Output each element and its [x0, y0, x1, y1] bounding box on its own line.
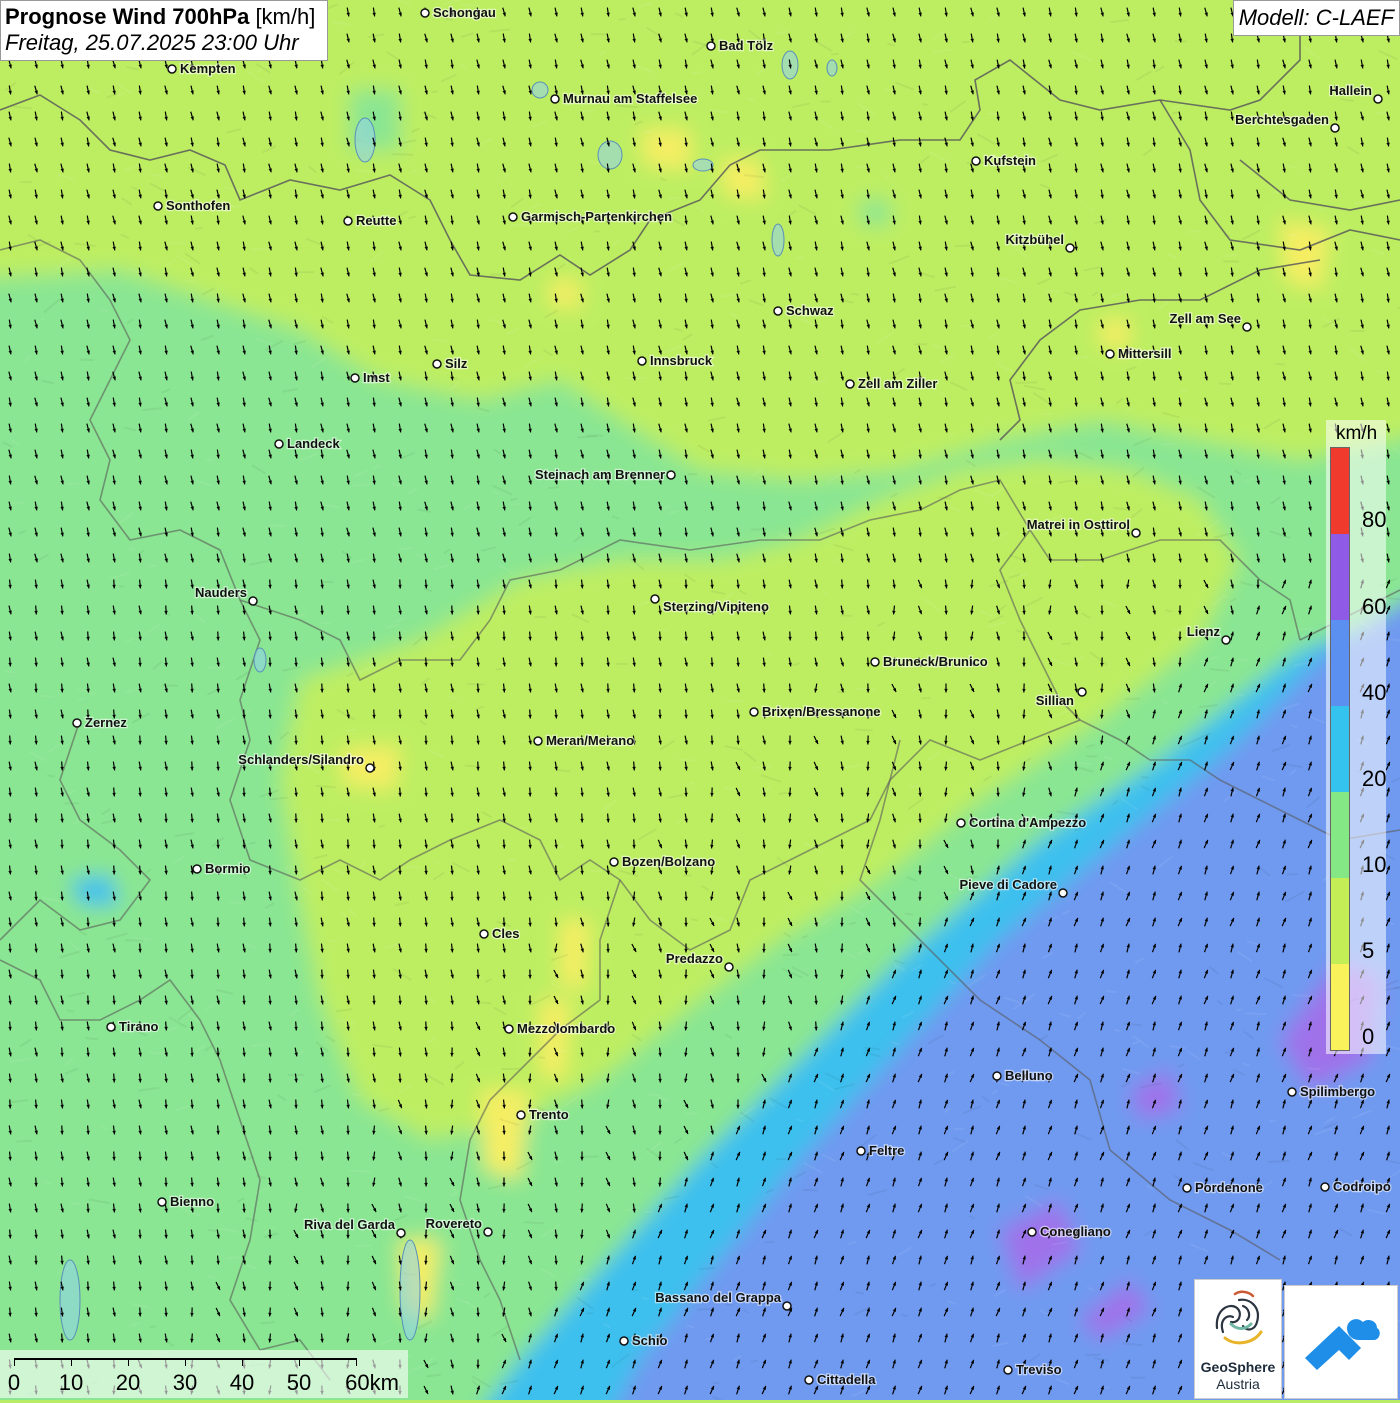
relief-streak [392, 154, 413, 155]
relief-streak [356, 1245, 371, 1246]
lake [532, 82, 548, 98]
relief-streak [922, 104, 928, 105]
relief-streak [1351, 331, 1365, 332]
relief-streak [1219, 384, 1231, 385]
relief-streak [329, 941, 337, 942]
relief-streak [619, 19, 625, 20]
lake [598, 141, 622, 169]
relief-streak [682, 642, 688, 643]
relief-streak [697, 1309, 713, 1310]
relief-streak [685, 1113, 698, 1114]
relief-streak [4, 671, 16, 672]
relief-streak [450, 646, 457, 647]
relief-streak [1308, 1068, 1320, 1069]
relief-streak [698, 1268, 715, 1269]
relief-streak [47, 775, 55, 776]
lake [827, 60, 837, 76]
relief-streak [431, 91, 438, 92]
relief-streak [1235, 1009, 1242, 1010]
relief-streak [901, 1315, 908, 1316]
relief-streak [591, 871, 601, 872]
relief-streak [226, 1257, 240, 1258]
relief-streak [779, 793, 787, 794]
relief-streak [764, 1242, 774, 1243]
relief-streak [855, 1292, 864, 1293]
relief-streak [726, 701, 744, 702]
relief-streak [557, 770, 570, 771]
relief-streak [398, 548, 414, 549]
relief-streak [642, 1298, 649, 1299]
relief-streak [921, 698, 930, 699]
relief-streak [1292, 995, 1314, 996]
relief-streak [1245, 1013, 1267, 1014]
relief-streak [538, 1057, 545, 1058]
relief-streak [467, 684, 484, 685]
lake [355, 118, 375, 162]
relief-streak [208, 1230, 216, 1231]
relief-streak [855, 730, 872, 731]
relief-streak [1275, 364, 1284, 365]
relief-streak [1114, 1030, 1120, 1031]
lake [693, 159, 713, 171]
relief-streak [465, 766, 480, 767]
relief-streak [118, 586, 124, 587]
relief-streak [1182, 389, 1188, 390]
lake [400, 1240, 420, 1340]
relief-streak [838, 692, 846, 693]
relief-streak [633, 1290, 639, 1291]
relief-streak [678, 760, 695, 761]
lake [772, 224, 784, 256]
relief-streak [1187, 231, 1200, 232]
lake [254, 648, 266, 672]
relief-streak [524, 1222, 544, 1223]
relief-streak [195, 228, 203, 229]
relief-streak [457, 1284, 465, 1285]
relief-streak [10, 502, 25, 503]
relief-streak [16, 1141, 32, 1142]
relief-streak [1015, 382, 1037, 383]
relief-streak [85, 1038, 98, 1039]
lake [60, 1260, 80, 1340]
relief-streak [803, 1190, 818, 1191]
relief-streak [511, 499, 518, 500]
relief-streak [434, 862, 441, 863]
relief-streak [1267, 1161, 1289, 1162]
relief-streak [1141, 777, 1148, 778]
relief-streak [691, 919, 697, 920]
relief-streak [586, 1313, 594, 1314]
relief-streak [955, 245, 973, 246]
relief-streak [79, 359, 93, 360]
relief-streak [857, 689, 876, 690]
relief-streak [752, 767, 772, 768]
relief-streak [851, 294, 859, 295]
relief-streak [432, 340, 446, 341]
relief-streak [626, 377, 646, 378]
relief-streak [261, 1322, 275, 1323]
relief-streak [962, 42, 970, 43]
relief-streak [732, 811, 740, 812]
relief-streak [41, 696, 54, 697]
wind-map[interactable]: SchongauBad TölzKemptenMurnau am Staffel… [0, 0, 1400, 1400]
relief-streak [345, 730, 356, 731]
relief-streak [841, 615, 853, 616]
relief-streak [149, 1326, 155, 1327]
relief-streak [548, 487, 559, 488]
relief-streak [1238, 659, 1248, 660]
relief-streak [1106, 991, 1116, 992]
relief-streak [783, 954, 799, 955]
relief-streak [831, 54, 838, 55]
